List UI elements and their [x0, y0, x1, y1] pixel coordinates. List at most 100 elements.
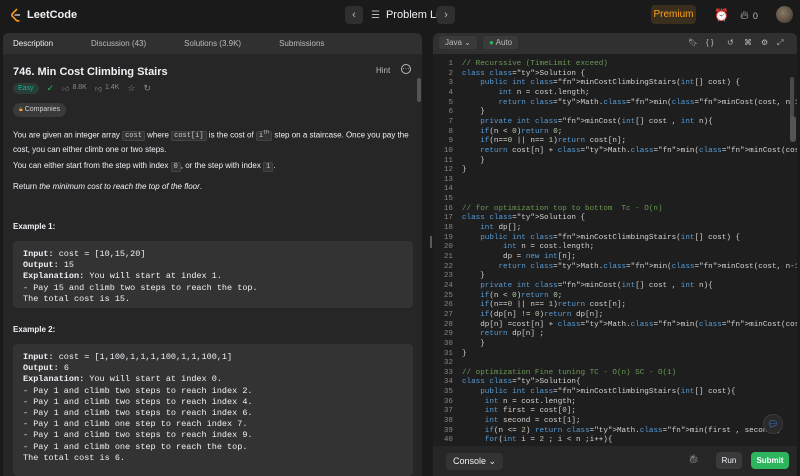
- debug-icon[interactable]: 🐞︎: [688, 454, 699, 465]
- tab-submissions[interactable]: Submissions: [269, 39, 324, 48]
- code-line[interactable]: 10 return cost[n] + class="ty">Math.clas…: [433, 147, 797, 157]
- code-line[interactable]: 1 // Recurssive (TimeLimit exceed): [433, 60, 797, 70]
- code-line[interactable]: 38 int second = cost[1];: [433, 417, 797, 427]
- chevron-right-icon: ›: [444, 9, 448, 21]
- code-line[interactable]: 18 int dp[];: [433, 224, 797, 234]
- logo[interactable]: LeetCode: [10, 8, 77, 22]
- code-line[interactable]: 29 return dp[n] ;: [433, 330, 797, 340]
- code-line[interactable]: 14: [433, 185, 797, 195]
- tab-solutions[interactable]: Solutions (3.9K): [174, 39, 241, 48]
- line-number: 28: [443, 320, 453, 329]
- code-line[interactable]: 31}: [433, 350, 797, 360]
- code-line[interactable]: 8 if(n < 0)return 0;: [433, 128, 797, 138]
- code-line[interactable]: 36 int n = cost.length;: [433, 398, 797, 408]
- problem-meta: Easy ✓ 👍︎ 8.8K 👎︎ 1.4K ☆ ↻: [13, 83, 151, 94]
- code-line[interactable]: 32: [433, 359, 797, 369]
- command-icon[interactable]: ⌘: [744, 38, 752, 47]
- code-line[interactable]: 27 if(dp[n] != 0)return dp[n];: [433, 311, 797, 321]
- avatar[interactable]: [776, 6, 793, 23]
- code-line[interactable]: 11 }: [433, 157, 797, 167]
- code-line[interactable]: 34 class class="ty">Solution{: [433, 378, 797, 388]
- next-problem-button[interactable]: ›: [437, 6, 455, 24]
- console-button[interactable]: Console ⌄: [446, 453, 504, 470]
- line-number: 27: [443, 310, 453, 319]
- star-icon[interactable]: ☆: [127, 83, 135, 94]
- like-button[interactable]: 👍︎ 8.8K: [62, 84, 87, 93]
- code-line[interactable]: 25 if(n < 0)return 0;: [433, 292, 797, 302]
- description-content: 746. Min Cost Climbing Stairs Hint ⋯ Eas…: [3, 54, 422, 476]
- code-line[interactable]: 28 dp[n] =cost[n] + class="ty">Math.clas…: [433, 321, 797, 331]
- code-line[interactable]: 3 public int class="fn">minCostClimbingS…: [433, 79, 797, 89]
- tab-description[interactable]: Description: [3, 39, 53, 48]
- run-button[interactable]: Run: [716, 452, 742, 469]
- line-number: 40: [443, 436, 453, 445]
- code-line[interactable]: 4 int n = cost.length;: [433, 89, 797, 99]
- code-line[interactable]: 12}: [433, 166, 797, 176]
- code-line[interactable]: 33 // optimization Fine tuning TC - O(n) …: [433, 369, 797, 379]
- braces-icon[interactable]: { }: [706, 38, 714, 47]
- code-line[interactable]: 17 class class="ty">Solution {: [433, 214, 797, 224]
- code-line[interactable]: 35 public int class="fn">minCostClimbing…: [433, 388, 797, 398]
- code-line[interactable]: 5 return class="ty">Math.class="fn">min(…: [433, 99, 797, 109]
- description-scrollbar[interactable]: [417, 78, 421, 102]
- code-area[interactable]: 1 // Recurssive (TimeLimit exceed) 2 class …: [433, 54, 797, 446]
- code-line[interactable]: 7 private int class="fn">minCost(int[] c…: [433, 118, 797, 128]
- code-line[interactable]: 26 if(n==0 || n== 1)return cost[n];: [433, 301, 797, 311]
- alarm-clock-icon[interactable]: ⏰: [714, 8, 729, 22]
- line-number: 29: [443, 330, 453, 339]
- line-number: 11: [443, 156, 453, 165]
- companies-button[interactable]: 🔒︎ Companies: [13, 103, 67, 117]
- code-line[interactable]: 16 // for optimization top to bottom Tc -…: [433, 205, 797, 215]
- code-text: return dp[n] ;: [480, 330, 545, 339]
- settings-gear-icon[interactable]: ⚙: [761, 38, 768, 47]
- code-line[interactable]: 30 }: [433, 340, 797, 350]
- chat-icon[interactable]: 💬︎: [763, 414, 783, 434]
- code-text: class class="ty">Solution {: [462, 69, 586, 78]
- code-text: int n = cost.length;: [484, 397, 576, 406]
- code-line[interactable]: 37 int first = cost[0];: [433, 407, 797, 417]
- thumbs-down-icon: 👎︎: [94, 86, 102, 93]
- reset-icon[interactable]: ↺: [727, 38, 734, 47]
- code-line[interactable]: 23 }: [433, 272, 797, 282]
- code-line[interactable]: 6 }: [433, 108, 797, 118]
- tab-discussion[interactable]: Discussion (43): [81, 39, 146, 48]
- solved-check-icon: ✓: [46, 83, 55, 93]
- resizer-handle[interactable]: [430, 236, 432, 248]
- code-line[interactable]: 13: [433, 176, 797, 186]
- dislike-button[interactable]: 👎︎ 1.4K: [95, 84, 120, 93]
- page-scrollbar[interactable]: [790, 116, 796, 142]
- auto-mode-toggle[interactable]: ● Auto: [483, 36, 519, 49]
- code-editor-panel: Java ⌄ ● Auto 🔖︎ { } ↺ ⌘ ⚙ ⤢ 1 // Recurss…: [433, 33, 797, 476]
- panel-resizer[interactable]: [425, 33, 429, 476]
- language-select[interactable]: Java ⌄: [439, 36, 477, 49]
- streak-counter[interactable]: 🔥︎ 0: [740, 8, 758, 23]
- line-number: 10: [443, 146, 453, 155]
- prev-problem-button[interactable]: ‹: [345, 6, 363, 24]
- code-line[interactable]: 22 return class="ty">Math.class="fn">min…: [433, 263, 797, 273]
- code-line[interactable]: 20 int n = cost.length;: [433, 243, 797, 253]
- problem-statement-p1: You are given an integer array cost wher…: [13, 130, 409, 155]
- expand-icon[interactable]: ⤢: [777, 38, 783, 48]
- code-text: dp[n] =cost[n] + class="ty">Math.class="…: [462, 320, 797, 329]
- line-number: 16: [443, 204, 453, 213]
- code-line[interactable]: 24 private int class="fn">minCost(int[] …: [433, 282, 797, 292]
- bookmark-icon[interactable]: 🔖︎: [688, 38, 698, 47]
- refresh-icon[interactable]: ↻: [143, 83, 151, 94]
- premium-button[interactable]: Premium: [651, 5, 696, 24]
- code-line[interactable]: 2 class class="ty">Solution {: [433, 70, 797, 80]
- code-line[interactable]: 21 dp = new int[n];: [433, 253, 797, 263]
- code-line[interactable]: 39 if(n <= 2) return class="ty">Math.cla…: [433, 427, 797, 437]
- line-number: 2: [448, 69, 453, 78]
- line-number: 5: [448, 98, 453, 107]
- more-options-icon[interactable]: ⋯: [401, 64, 411, 74]
- code-line[interactable]: 19 public int class="fn">minCostClimbing…: [433, 234, 797, 244]
- code-line[interactable]: 15: [433, 195, 797, 205]
- line-number: 12: [443, 166, 453, 175]
- problem-list-button[interactable]: ☰ Problem List: [371, 9, 447, 21]
- hint-button[interactable]: Hint: [376, 66, 390, 75]
- line-number: 26: [443, 301, 453, 310]
- submit-button[interactable]: Submit: [751, 452, 789, 469]
- code-text: }: [462, 156, 485, 165]
- code-line[interactable]: 9 if(n==0 || n== 1)return cost[n];: [433, 137, 797, 147]
- code-line[interactable]: 40 for(int i = 2 ; i < n ;i++){: [433, 436, 797, 446]
